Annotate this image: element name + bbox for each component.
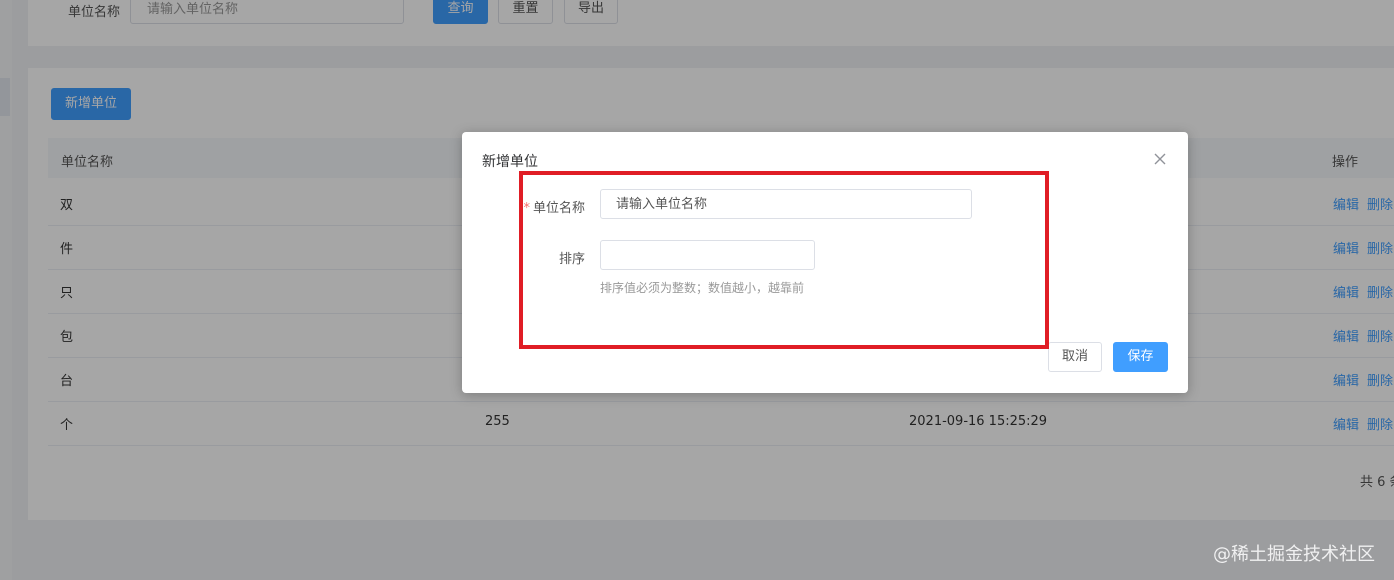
cancel-button[interactable]: 取消: [1048, 342, 1102, 372]
save-button[interactable]: 保存: [1113, 342, 1168, 372]
highlight-annotation-box: [519, 171, 1049, 349]
dialog-title: 新增单位: [482, 154, 538, 170]
watermark: @稀土掘金技术社区: [1213, 544, 1375, 565]
close-icon[interactable]: [1151, 150, 1169, 168]
